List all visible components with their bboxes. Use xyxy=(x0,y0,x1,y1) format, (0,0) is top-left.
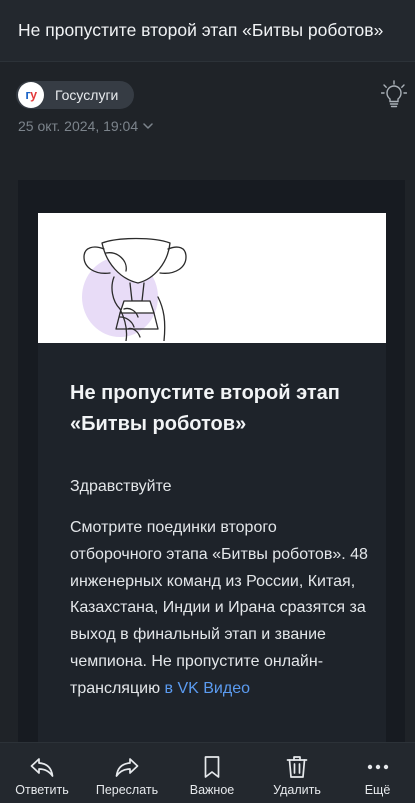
more-button[interactable]: Ещё xyxy=(340,743,415,803)
email-title: Не пропустите второй этап «Битвы роботов… xyxy=(70,382,340,435)
email-banner xyxy=(38,213,386,343)
sender-name: Госуслуги xyxy=(55,87,119,103)
trash-icon xyxy=(286,756,308,778)
trophy-illustration xyxy=(82,237,187,341)
email-body-text: Смотрите поединки второго отборочного эт… xyxy=(70,519,368,697)
important-label: Важное xyxy=(189,783,235,797)
more-label: Ещё xyxy=(364,783,391,797)
bottom-toolbar: Ответить Переслать Важное Удалить Ещё xyxy=(0,742,415,803)
sender-chip[interactable]: гу Госуслуги xyxy=(16,81,135,109)
delete-label: Удалить xyxy=(273,783,321,797)
important-button[interactable]: Важное xyxy=(170,743,254,803)
bookmark-icon xyxy=(204,756,220,778)
reply-icon xyxy=(30,758,54,777)
vk-video-link[interactable]: в VK Видео xyxy=(165,680,250,697)
email-greeting: Здравствуйте xyxy=(70,478,172,495)
app-header: Не пропустите второй этап «Битвы роботов… xyxy=(0,0,415,62)
email-paragraph: Смотрите поединки второго отборочного эт… xyxy=(70,515,370,703)
avatar-letter-u: у xyxy=(30,88,37,102)
chevron-down-icon xyxy=(143,123,153,129)
delete-button[interactable]: Удалить xyxy=(255,743,339,803)
forward-label: Переслать xyxy=(95,783,159,797)
forward-button[interactable]: Переслать xyxy=(85,743,169,803)
sender-avatar: гу xyxy=(18,82,44,108)
more-dots-icon xyxy=(367,764,388,770)
date-row[interactable]: 25 окт. 2024, 19:04 xyxy=(18,118,154,134)
mail-date: 25 окт. 2024, 19:04 xyxy=(18,118,139,134)
header-title: Не пропустите второй этап «Битвы роботов… xyxy=(18,20,384,40)
lightbulb-icon[interactable] xyxy=(381,80,407,108)
reply-button[interactable]: Ответить xyxy=(0,743,84,803)
forward-icon xyxy=(115,758,139,777)
reply-label: Ответить xyxy=(15,783,69,797)
